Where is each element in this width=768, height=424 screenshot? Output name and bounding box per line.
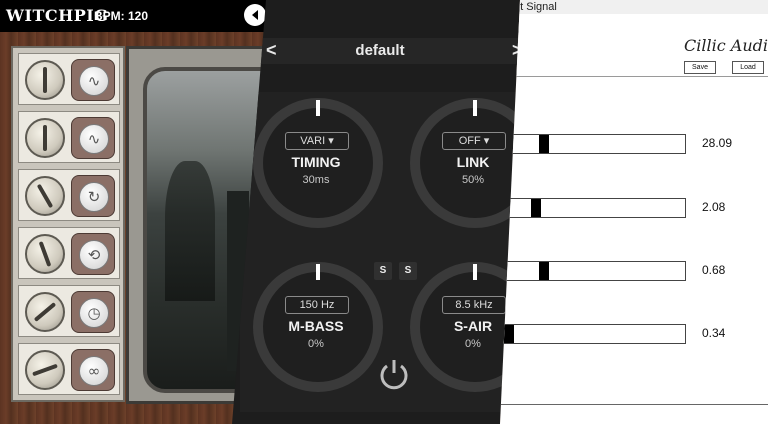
- mbass-value: 0%: [308, 338, 324, 350]
- param-slider[interactable]: [500, 134, 686, 154]
- param-value: 0.34: [702, 326, 726, 340]
- reverse-button[interactable]: ⟲: [71, 233, 115, 275]
- timing-mode-select[interactable]: VARI ▾: [285, 132, 349, 150]
- wave-button[interactable]: ∿: [71, 117, 115, 159]
- screw-knob[interactable]: [25, 176, 65, 216]
- rack-row: ∿: [18, 111, 120, 163]
- screw-knob[interactable]: [25, 60, 65, 100]
- solo-mbass-button[interactable]: S: [374, 262, 392, 280]
- screw-knob[interactable]: [25, 118, 65, 158]
- mbass-knob[interactable]: 150 Hz M-BASS 0%: [253, 262, 383, 392]
- load-button[interactable]: Load: [732, 61, 764, 74]
- param-slider[interactable]: [500, 324, 686, 344]
- save-button[interactable]: Save: [684, 61, 716, 74]
- rack-row: ↻: [18, 169, 120, 221]
- timing-value: 30ms: [302, 174, 330, 186]
- prev-preset-button[interactable]: <: [266, 40, 277, 61]
- wave-button[interactable]: ∿: [71, 59, 115, 101]
- screw-knob[interactable]: [25, 292, 65, 332]
- timing-label: TIMING: [291, 154, 341, 170]
- power-icon[interactable]: [376, 356, 412, 392]
- bottom-divider: [500, 404, 768, 405]
- mbass-frequency-field[interactable]: 150 Hz: [285, 296, 349, 314]
- loop-button[interactable]: ∞: [71, 349, 115, 391]
- solo-sair-button[interactable]: S: [399, 262, 417, 280]
- wave-icon: ∿: [87, 72, 101, 90]
- back-button[interactable]: [244, 4, 266, 26]
- window-titlebar: ut Signal: [500, 0, 768, 14]
- slider-thumb[interactable]: [539, 135, 549, 153]
- clock-button[interactable]: ◷: [71, 291, 115, 333]
- window-title: ut Signal: [514, 1, 557, 13]
- screw-knob[interactable]: [25, 234, 65, 274]
- wave-icon: ∿: [87, 130, 101, 148]
- param-slider[interactable]: [500, 198, 686, 218]
- slider-thumb[interactable]: [504, 325, 514, 343]
- slider-thumb[interactable]: [539, 262, 549, 280]
- back-arrow-icon: [252, 10, 258, 20]
- rack-row: ∿: [18, 53, 120, 105]
- preset-name[interactable]: default: [290, 42, 470, 59]
- effect-rack: ∿ ∿ ↻ ⟲ ◷ ∞: [11, 46, 125, 402]
- infinity-icon: ∞: [87, 362, 101, 380]
- brand-logo: Cillic Audio: [684, 36, 768, 55]
- screw-knob[interactable]: [25, 350, 65, 390]
- clock-icon: ◷: [87, 304, 101, 322]
- rack-row: ◷: [18, 285, 120, 337]
- tree-silhouette: [165, 161, 215, 301]
- witchpig-header: WITCHPIG BPM: 120: [0, 0, 300, 32]
- link-mode-select[interactable]: OFF ▾: [442, 132, 506, 150]
- param-value: 0.68: [702, 263, 726, 277]
- param-value: 28.09: [702, 136, 733, 150]
- sair-frequency-field[interactable]: 8.5 kHz: [442, 296, 506, 314]
- refresh-icon: ↻: [87, 188, 101, 206]
- mbass-label: M-BASS: [288, 318, 344, 334]
- bpm-display: BPM: 120: [94, 9, 149, 23]
- timing-knob[interactable]: VARI ▾ TIMING 30ms: [253, 98, 383, 228]
- refresh-button[interactable]: ↻: [71, 175, 115, 217]
- rack-row: ⟲: [18, 227, 120, 279]
- param-value: 2.08: [702, 200, 726, 214]
- reverse-icon: ⟲: [87, 246, 101, 264]
- rack-row: ∞: [18, 343, 120, 395]
- slider-thumb[interactable]: [531, 199, 541, 217]
- param-slider[interactable]: [500, 261, 686, 281]
